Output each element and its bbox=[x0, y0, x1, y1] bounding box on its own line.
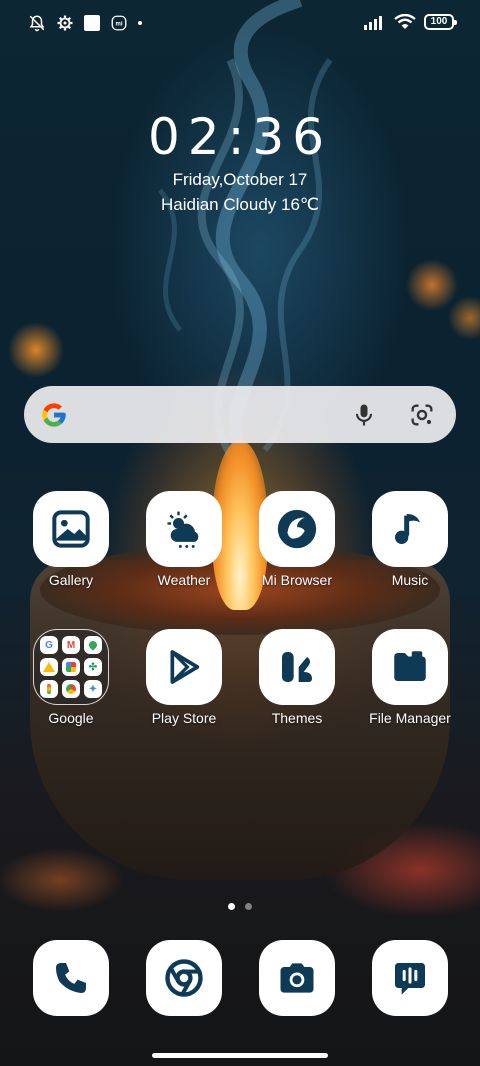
photos-mini-icon bbox=[62, 658, 80, 676]
battery-indicator: 100 bbox=[424, 14, 457, 30]
app-label: Gallery bbox=[48, 572, 94, 588]
app-label: Mi Browser bbox=[261, 572, 332, 588]
google-g-icon bbox=[42, 403, 66, 427]
phone-icon bbox=[33, 940, 109, 1016]
clock-time[interactable]: 02:36 bbox=[0, 108, 480, 166]
clock-date[interactable]: Friday,October 17 bbox=[0, 170, 480, 190]
dock-chrome[interactable] bbox=[129, 940, 239, 1016]
google-search-bar[interactable] bbox=[24, 386, 456, 443]
status-bar: mi 100 bbox=[0, 0, 480, 46]
app-gallery[interactable]: Gallery bbox=[16, 491, 126, 588]
app-label: File Manager bbox=[369, 710, 451, 726]
app-label: Play Store bbox=[151, 710, 217, 726]
google-g-mini-icon: G bbox=[40, 636, 58, 654]
status-right-icons: 100 bbox=[364, 14, 457, 30]
chrome-icon bbox=[146, 940, 222, 1016]
app-weather[interactable]: Weather bbox=[129, 491, 239, 588]
app-mi-browser[interactable]: Mi Browser bbox=[242, 491, 352, 588]
status-left-icons: mi bbox=[28, 14, 142, 32]
home-indicator-bar[interactable] bbox=[152, 1053, 328, 1058]
meet-mini-icon bbox=[40, 680, 58, 698]
gmail-mini-icon: M bbox=[62, 636, 80, 654]
weather-icon bbox=[146, 491, 222, 567]
app-label: Music bbox=[391, 572, 429, 588]
weather-summary[interactable]: Haidian Cloudy 16℃ bbox=[0, 195, 480, 215]
settings-gear-icon bbox=[57, 15, 73, 31]
play-store-icon bbox=[146, 629, 222, 705]
wifi-icon bbox=[394, 14, 416, 29]
app-label: Themes bbox=[271, 710, 323, 726]
dock-camera[interactable] bbox=[242, 940, 352, 1016]
mic-icon[interactable] bbox=[350, 400, 378, 430]
mi-icon: mi bbox=[111, 15, 127, 31]
app-themes[interactable]: Themes bbox=[242, 629, 352, 726]
google-folder-icon: G M ✣ ✦ bbox=[33, 629, 109, 705]
chrome-mini-icon bbox=[62, 680, 80, 698]
maps-mini-icon bbox=[84, 636, 102, 654]
dock-messages[interactable] bbox=[355, 940, 465, 1016]
themes-icon bbox=[259, 629, 335, 705]
app-google-folder[interactable]: G M ✣ ✦ Google bbox=[16, 629, 126, 726]
messages-icon bbox=[372, 940, 448, 1016]
page-dot[interactable] bbox=[245, 903, 252, 910]
pinwheel-mini-icon: ✣ bbox=[84, 658, 102, 676]
mi-browser-icon bbox=[259, 491, 335, 567]
gallery-icon bbox=[33, 491, 109, 567]
google-lens-icon[interactable] bbox=[408, 401, 436, 429]
dock-phone[interactable] bbox=[16, 940, 126, 1016]
drive-mini-icon bbox=[40, 658, 58, 676]
dot-icon bbox=[138, 21, 142, 25]
square-notification-icon bbox=[84, 15, 100, 31]
svg-text:mi: mi bbox=[115, 22, 122, 28]
app-play-store[interactable]: Play Store bbox=[129, 629, 239, 726]
file-manager-icon bbox=[372, 629, 448, 705]
camera-icon bbox=[259, 940, 335, 1016]
signal-icon bbox=[364, 16, 382, 30]
app-label: Google bbox=[48, 710, 94, 726]
page-dot-active[interactable] bbox=[228, 903, 235, 910]
app-music[interactable]: Music bbox=[355, 491, 465, 588]
gemini-mini-icon: ✦ bbox=[84, 680, 102, 698]
music-icon bbox=[372, 491, 448, 567]
app-file-manager[interactable]: File Manager bbox=[355, 629, 465, 726]
app-label: Weather bbox=[157, 572, 211, 588]
silent-bell-icon bbox=[29, 15, 45, 32]
page-indicator bbox=[0, 903, 480, 910]
